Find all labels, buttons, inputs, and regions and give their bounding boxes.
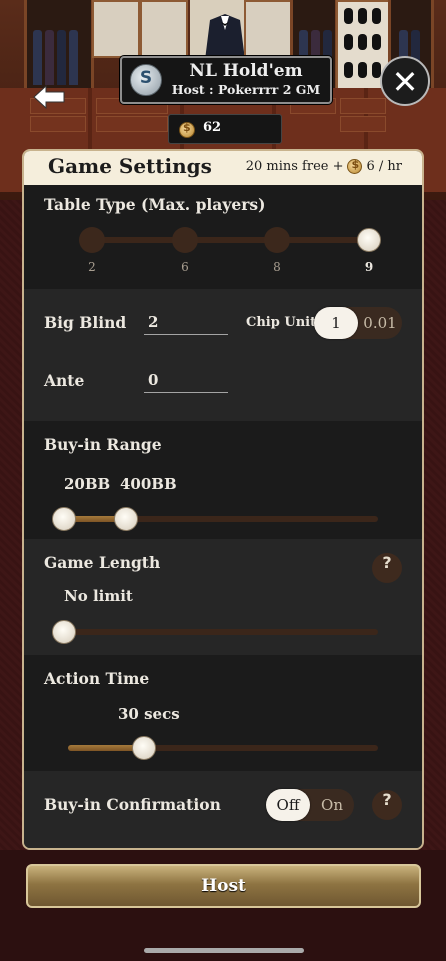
- game-length-value: No limit: [64, 587, 133, 605]
- game-length-section: Game Length ? No limit: [24, 539, 422, 655]
- confirmation-on-option[interactable]: On: [310, 789, 354, 821]
- confirmation-off-option[interactable]: Off: [266, 789, 310, 821]
- game-length-label: Game Length: [44, 553, 161, 572]
- suit: [69, 30, 78, 85]
- game-settings-panel: Game Settings 20 mins free + 6 / hr Table…: [22, 149, 424, 850]
- panel-header: Game Settings 20 mins free + 6 / hr: [24, 151, 422, 185]
- shoe: [358, 8, 367, 24]
- fee-free-text: 20 mins free +: [245, 159, 344, 174]
- table-type-section: Table Type (Max. players) 2 6 8 9: [24, 185, 422, 289]
- suit: [45, 30, 54, 85]
- drawer: [96, 116, 168, 132]
- host-name: Host : Pokerrrr 2 GM: [171, 82, 321, 97]
- shelf: [244, 0, 292, 58]
- buy-in-min-value: 20BB: [64, 475, 111, 493]
- big-blind-label: Big Blind: [44, 313, 127, 332]
- club-logo-icon: S: [130, 64, 162, 96]
- shelf: [92, 0, 140, 58]
- table-type-stop-6[interactable]: [172, 227, 198, 253]
- coin-icon: [179, 121, 195, 138]
- coin-icon: [347, 158, 363, 174]
- buy-in-confirmation-label: Buy-in Confirmation: [44, 795, 221, 814]
- table-type-label: Table Type (Max. players): [44, 195, 266, 214]
- table-type-option-6[interactable]: 6: [170, 260, 200, 274]
- table-title-plate: S NL Hold'em Host : Pokerrrr 2 GM: [120, 56, 332, 104]
- chip-unit-option-1[interactable]: 1: [314, 307, 358, 339]
- buy-in-section: Buy-in Range 20BB 400BB: [24, 421, 422, 539]
- suit: [33, 30, 42, 85]
- host-button[interactable]: Host: [26, 864, 421, 908]
- shoe: [344, 62, 353, 78]
- buy-in-min-knob[interactable]: [52, 507, 76, 531]
- action-time-label: Action Time: [44, 669, 150, 688]
- shoe: [372, 8, 381, 24]
- action-time-value: 30 secs: [118, 705, 180, 723]
- panel-title: Game Settings: [48, 154, 212, 178]
- game-type-title: NL Hold'em: [189, 61, 303, 81]
- coin-balance: 62: [168, 114, 282, 144]
- ante-input[interactable]: [144, 367, 228, 393]
- game-length-track: [58, 629, 378, 635]
- help-icon[interactable]: ?: [372, 790, 402, 820]
- buy-in-confirmation-section: Buy-in Confirmation Off On ?: [24, 771, 422, 848]
- table-type-option-2[interactable]: 2: [77, 260, 107, 274]
- ante-label: Ante: [44, 371, 85, 390]
- chip-unit-toggle[interactable]: 1 0.01: [314, 307, 402, 339]
- table-type-option-9[interactable]: 9: [354, 260, 384, 274]
- shoe: [372, 34, 381, 50]
- shoe: [358, 34, 367, 50]
- back-button[interactable]: [32, 84, 68, 110]
- shelf: [140, 0, 188, 58]
- close-button[interactable]: ✕: [380, 56, 430, 106]
- suit: [57, 30, 66, 85]
- table-type-knob[interactable]: [357, 228, 381, 252]
- buy-in-max-knob[interactable]: [114, 507, 138, 531]
- chip-unit-option-0-01[interactable]: 0.01: [358, 307, 402, 339]
- home-indicator: [144, 948, 304, 953]
- buy-in-max-value: 400BB: [120, 475, 177, 493]
- buy-in-label: Buy-in Range: [44, 435, 162, 454]
- coin-amount: 62: [203, 120, 222, 135]
- blinds-section: Big Blind Chip Unit 1 0.01 Ante: [24, 289, 422, 421]
- back-arrow-icon: [33, 84, 65, 110]
- drawer: [30, 116, 86, 132]
- table-type-stop-8[interactable]: [264, 227, 290, 253]
- shoe: [344, 8, 353, 24]
- action-time-knob[interactable]: [132, 736, 156, 760]
- close-icon: ✕: [391, 63, 419, 101]
- table-type-option-8[interactable]: 8: [262, 260, 292, 274]
- big-blind-input[interactable]: [144, 309, 228, 335]
- chip-unit-label: Chip Unit: [246, 315, 317, 330]
- drawer: [340, 116, 386, 132]
- game-length-knob[interactable]: [52, 620, 76, 644]
- help-icon[interactable]: ?: [372, 553, 402, 583]
- closet-left: [24, 0, 94, 95]
- fee-info: 20 mins free + 6 / hr: [245, 158, 402, 174]
- fee-rate-text: 6 / hr: [366, 159, 402, 174]
- shoe: [344, 34, 353, 50]
- drawer: [340, 98, 386, 114]
- table-type-track: [90, 237, 370, 243]
- action-time-section: Action Time 30 secs: [24, 655, 422, 771]
- shoe: [358, 62, 367, 78]
- buy-in-confirmation-toggle[interactable]: Off On: [266, 789, 354, 821]
- table-type-stop-2[interactable]: [79, 227, 105, 253]
